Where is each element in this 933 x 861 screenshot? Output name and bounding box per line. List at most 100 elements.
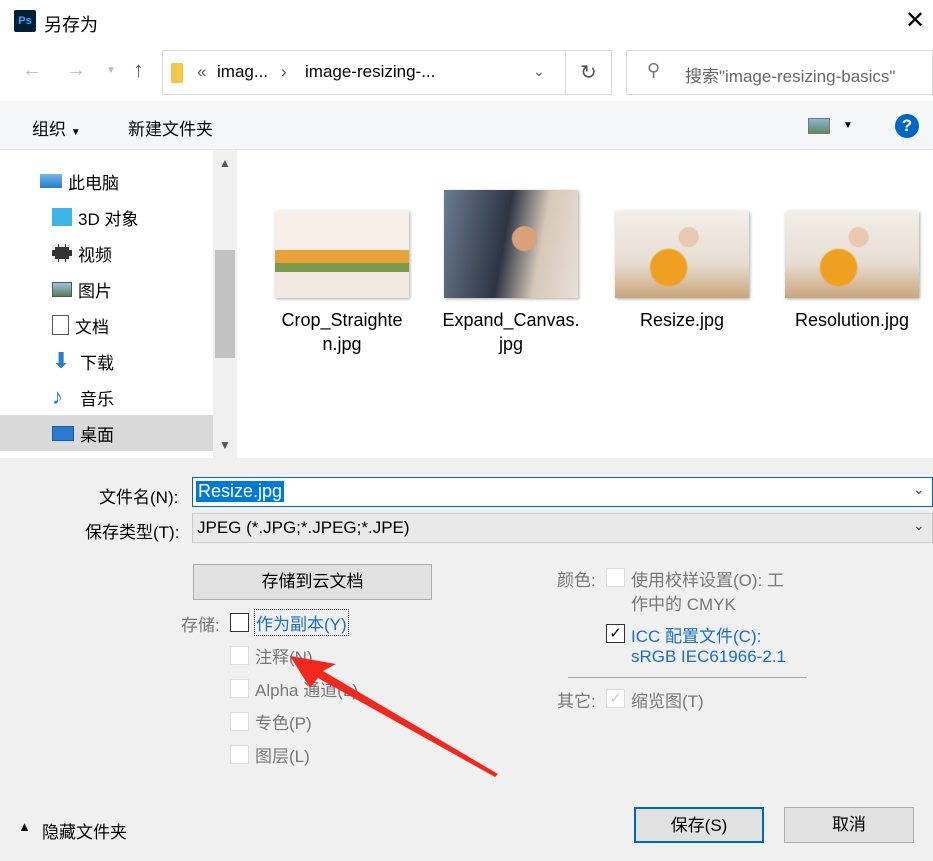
video-icon xyxy=(52,244,72,262)
navigation-pane: 此电脑 3D 对象 视频 图片 文档 ⬇ 下载 ♪ 音乐 桌面 ▲ ▼ xyxy=(0,150,237,458)
breadcrumb-separator-icon: › xyxy=(281,62,287,82)
chevron-down-icon: ▼ xyxy=(71,127,81,138)
document-icon xyxy=(52,315,69,335)
save-button[interactable]: 保存(S) xyxy=(634,807,764,843)
breadcrumb-item[interactable]: image-resizing-... xyxy=(305,62,435,82)
refresh-icon[interactable]: ↻ xyxy=(580,60,597,85)
alpha-channels-label: Alpha 通道(L) xyxy=(255,676,358,701)
file-thumbnail xyxy=(615,211,749,298)
breadcrumb-item[interactable]: imag... xyxy=(217,62,268,82)
as-copy-checkbox[interactable] xyxy=(230,613,249,632)
download-icon: ⬇ xyxy=(52,352,74,370)
sidebar-item-downloads[interactable]: ⬇ 下载 xyxy=(0,343,213,379)
sidebar-item-label: 音乐 xyxy=(80,385,114,410)
divider xyxy=(568,677,807,678)
view-options-icon[interactable] xyxy=(808,118,830,134)
desktop-icon xyxy=(52,426,74,441)
file-name: n.jpg xyxy=(267,332,417,356)
computer-icon xyxy=(40,174,62,188)
save-options-label: 存储: xyxy=(181,611,220,636)
file-item[interactable]: Resolution.jpg xyxy=(777,211,927,332)
thumbnail-label: 缩览图(T) xyxy=(631,687,704,712)
organize-label: 组织 xyxy=(32,120,66,139)
file-type-select[interactable]: JPEG (*.JPG;*.JPEG;*.JPE) ⌄ xyxy=(192,513,933,543)
as-copy-label[interactable]: 作为副本(Y) xyxy=(254,609,349,636)
navigation-bar: ← → ▼ ↑ « imag... › image-resizing-... ⌄… xyxy=(0,45,933,101)
sidebar-item-label: 视频 xyxy=(78,241,112,266)
sidebar-item-label: 下载 xyxy=(80,349,114,374)
sidebar-item-label: 桌面 xyxy=(80,421,114,446)
sidebar-item-label: 文档 xyxy=(75,313,109,338)
scroll-down-icon[interactable]: ▼ xyxy=(219,438,231,452)
forward-icon[interactable]: → xyxy=(66,59,86,82)
sidebar-item-documents[interactable]: 文档 xyxy=(0,307,213,343)
sidebar-scrollbar[interactable]: ▲ ▼ xyxy=(213,150,237,458)
close-icon[interactable]: ✕ xyxy=(905,6,925,35)
thumbnail-checkbox: ✓ xyxy=(606,689,625,708)
music-icon: ♪ xyxy=(52,388,74,406)
search-input[interactable]: 搜索"image-resizing-basics" xyxy=(685,62,895,87)
search-icon: ⚲ xyxy=(647,60,660,81)
save-to-cloud-button[interactable]: 存储到云文档 xyxy=(193,564,432,600)
file-list: Crop_Straighte n.jpg Expand_Canvas. jpg … xyxy=(237,150,933,458)
sidebar-item-desktop[interactable]: 桌面 xyxy=(0,415,213,451)
folder-icon xyxy=(171,63,183,83)
filename-input[interactable]: Resize.jpg ⌄ xyxy=(192,477,933,507)
file-thumbnail xyxy=(785,211,919,298)
sidebar-item-music[interactable]: ♪ 音乐 xyxy=(0,379,213,415)
toolbar: 组织 ▼ 新建文件夹 ▼ ? xyxy=(0,101,933,150)
title-bar: Ps 另存为 ✕ xyxy=(0,0,933,45)
filename-value: Resize.jpg xyxy=(196,481,284,502)
spot-colors-checkbox xyxy=(230,712,249,731)
file-item[interactable]: Expand_Canvas. jpg xyxy=(436,190,586,356)
sidebar-item-3d-objects[interactable]: 3D 对象 xyxy=(0,199,213,235)
proof-setup-checkbox xyxy=(606,568,625,587)
sidebar-item-videos[interactable]: 视频 xyxy=(0,235,213,271)
notes-label: 注释(N) xyxy=(255,643,313,668)
address-dropdown-icon[interactable]: ⌄ xyxy=(533,63,545,80)
sidebar-item-this-pc[interactable]: 此电脑 xyxy=(0,163,213,199)
file-item[interactable]: Resize.jpg xyxy=(607,211,757,332)
icc-profile-label[interactable]: ICC 配置文件(C): xyxy=(631,622,761,647)
new-folder-button[interactable]: 新建文件夹 xyxy=(128,115,213,140)
filename-dropdown-icon[interactable]: ⌄ xyxy=(913,481,925,498)
filename-label: 文件名(N): xyxy=(99,483,178,508)
window-title: 另存为 xyxy=(44,11,98,37)
help-icon[interactable]: ? xyxy=(895,114,919,138)
notes-checkbox xyxy=(230,646,249,665)
sidebar-item-label: 3D 对象 xyxy=(78,205,138,230)
icc-profile-checkbox[interactable]: ✓ xyxy=(606,624,625,643)
proof-setup-label: 使用校样设置(O): 工 xyxy=(631,566,784,591)
scroll-up-icon[interactable]: ▲ xyxy=(219,156,231,170)
file-type-label: 保存类型(T): xyxy=(85,518,179,543)
cube-icon xyxy=(52,208,72,226)
cancel-button[interactable]: 取消 xyxy=(784,807,914,843)
divider xyxy=(565,51,566,94)
red-arrow-icon xyxy=(290,656,498,777)
organize-menu[interactable]: 组织 ▼ xyxy=(32,115,81,140)
up-icon[interactable]: ↑ xyxy=(133,57,144,83)
recent-chevron-icon[interactable]: ▼ xyxy=(106,65,116,76)
address-bar[interactable]: « imag... › image-resizing-... ⌄ ↻ xyxy=(162,50,612,95)
sidebar-item-pictures[interactable]: 图片 xyxy=(0,271,213,307)
file-name: jpg xyxy=(436,332,586,356)
sidebar-item-label: 此电脑 xyxy=(68,169,119,194)
view-chevron-icon[interactable]: ▼ xyxy=(843,120,853,131)
file-type-dropdown-icon[interactable]: ⌄ xyxy=(913,517,925,534)
file-thumbnail xyxy=(444,190,578,298)
search-box[interactable]: ⚲ 搜索"image-resizing-basics" xyxy=(626,50,933,95)
scrollbar-thumb[interactable] xyxy=(215,250,235,358)
file-item[interactable]: Crop_Straighte n.jpg xyxy=(267,211,417,356)
layers-checkbox xyxy=(230,745,249,764)
file-type-value: JPEG (*.JPG;*.JPEG;*.JPE) xyxy=(197,518,410,538)
other-options-label: 其它: xyxy=(557,687,596,712)
back-icon[interactable]: ← xyxy=(22,59,42,82)
pictures-icon xyxy=(52,282,72,297)
breadcrumb-overflow[interactable]: « xyxy=(197,62,206,82)
hide-folders-button[interactable]: 隐藏文件夹 xyxy=(42,818,127,843)
photoshop-app-icon: Ps xyxy=(14,10,36,32)
icc-profile-value: sRGB IEC61966-2.1 xyxy=(631,647,786,667)
layers-label: 图层(L) xyxy=(255,742,310,767)
proof-setup-label-cont: 作中的 CMYK xyxy=(631,590,736,615)
chevron-up-icon[interactable]: ▲ xyxy=(18,819,31,834)
